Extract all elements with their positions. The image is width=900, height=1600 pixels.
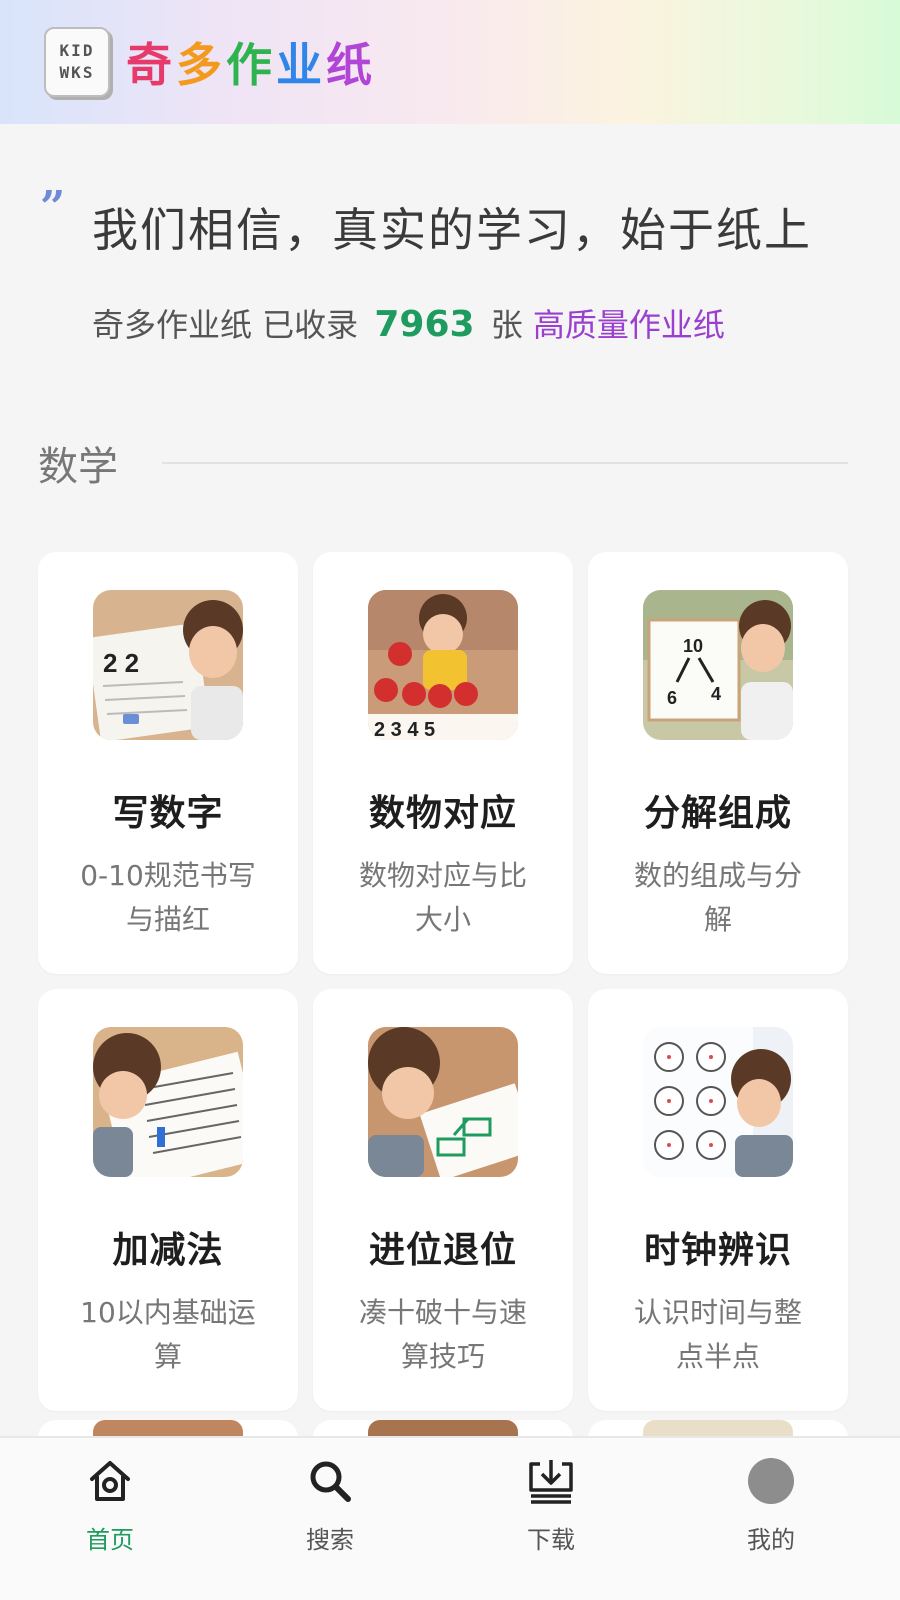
category-card-add-subtract[interactable]: 加减法 10以内基础运算 bbox=[38, 989, 298, 1411]
avatar-icon bbox=[746, 1456, 796, 1506]
logo-text-bottom: WKS bbox=[59, 63, 95, 82]
brand-char: 业 bbox=[276, 38, 326, 92]
card-title: 数物对应 bbox=[368, 793, 517, 834]
nav-item-profile[interactable]: 我的 bbox=[711, 1438, 831, 1600]
brand-char: 多 bbox=[176, 38, 226, 92]
logo-text-top: KID bbox=[59, 41, 95, 60]
card-thumbnail bbox=[643, 1027, 793, 1177]
card-description: 数的组成与分解 bbox=[633, 859, 802, 936]
category-card-write-numbers[interactable]: 2 2 写数字 0-10规范书写与描红 bbox=[38, 552, 298, 974]
home-icon bbox=[85, 1456, 135, 1506]
section-title-math: 数学 bbox=[38, 444, 118, 490]
category-card-decompose[interactable]: 10 6 4 分解组成 数的组成与分解 bbox=[588, 552, 848, 974]
category-card-clock[interactable]: 时钟辨识 认识时间与整点半点 bbox=[588, 989, 848, 1411]
card-thumbnail bbox=[368, 1027, 518, 1177]
stat-suffix: 高质量作业纸 bbox=[532, 306, 725, 344]
card-thumbnail: 2 3 4 5 bbox=[368, 590, 518, 740]
card-description: 10以内基础运算 bbox=[80, 1296, 256, 1373]
card-title: 时钟辨识 bbox=[643, 1230, 792, 1271]
card-title: 分解组成 bbox=[643, 793, 792, 834]
svg-text:6: 6 bbox=[667, 688, 677, 708]
nav-label-home: 首页 bbox=[86, 1526, 134, 1554]
download-icon bbox=[526, 1456, 576, 1506]
card-description: 数物对应与比大小 bbox=[358, 859, 527, 936]
quote-mark-icon: ” bbox=[40, 182, 66, 233]
svg-text:2 3 4 5: 2 3 4 5 bbox=[374, 719, 435, 740]
svg-text:10: 10 bbox=[683, 636, 703, 656]
card-thumbnail: 2 2 bbox=[93, 590, 243, 740]
svg-text:2 2: 2 2 bbox=[103, 648, 139, 678]
card-thumbnail bbox=[93, 1027, 243, 1177]
card-thumbnail: 10 6 4 bbox=[643, 590, 793, 740]
card-description: 认识时间与整点半点 bbox=[633, 1296, 802, 1373]
app-header: KID WKS 奇 多 作 业 纸 bbox=[0, 0, 900, 124]
card-description: 0-10规范书写与描红 bbox=[80, 859, 256, 936]
nav-item-search[interactable]: 搜索 bbox=[270, 1438, 390, 1600]
brand-char: 纸 bbox=[326, 38, 376, 92]
nav-label-profile: 我的 bbox=[747, 1526, 795, 1554]
brand-title: 奇 多 作 业 纸 bbox=[126, 29, 376, 95]
slogan-headline: 我们相信，真实的学习，始于纸上 bbox=[92, 203, 812, 257]
card-title: 进位退位 bbox=[368, 1230, 517, 1271]
card-title: 写数字 bbox=[112, 793, 224, 834]
brand-char: 作 bbox=[226, 38, 276, 92]
nav-item-download[interactable]: 下载 bbox=[491, 1438, 611, 1600]
card-title: 加减法 bbox=[112, 1230, 224, 1271]
stat-unit: 张 bbox=[490, 306, 523, 344]
svg-text:4: 4 bbox=[711, 684, 721, 704]
stat-prefix: 奇多作业纸 已收录 bbox=[92, 306, 359, 344]
nav-label-search: 搜索 bbox=[306, 1526, 354, 1554]
category-card-count-match[interactable]: 2 3 4 5 数物对应 数物对应与比大小 bbox=[313, 552, 573, 974]
card-description: 凑十破十与速算技巧 bbox=[358, 1296, 527, 1373]
nav-item-home[interactable]: 首页 bbox=[50, 1438, 170, 1600]
search-icon bbox=[305, 1456, 355, 1506]
nav-label-download: 下载 bbox=[527, 1526, 575, 1554]
category-card-carry-borrow[interactable]: 进位退位 凑十破十与速算技巧 bbox=[313, 989, 573, 1411]
collection-stat: 奇多作业纸 已收录 7963 张 高质量作业纸 bbox=[92, 300, 725, 346]
category-grid: 2 2 写数字 0-10规范书写与描红 2 3 4 5 数物对应 数物对应与比大… bbox=[38, 552, 848, 1411]
section-divider bbox=[162, 462, 848, 464]
app-logo[interactable]: KID WKS bbox=[44, 27, 110, 97]
brand-char: 奇 bbox=[126, 38, 176, 92]
bottom-nav: 首页 搜索 下载 我的 bbox=[0, 1436, 900, 1600]
stat-count: 7963 bbox=[374, 304, 475, 345]
